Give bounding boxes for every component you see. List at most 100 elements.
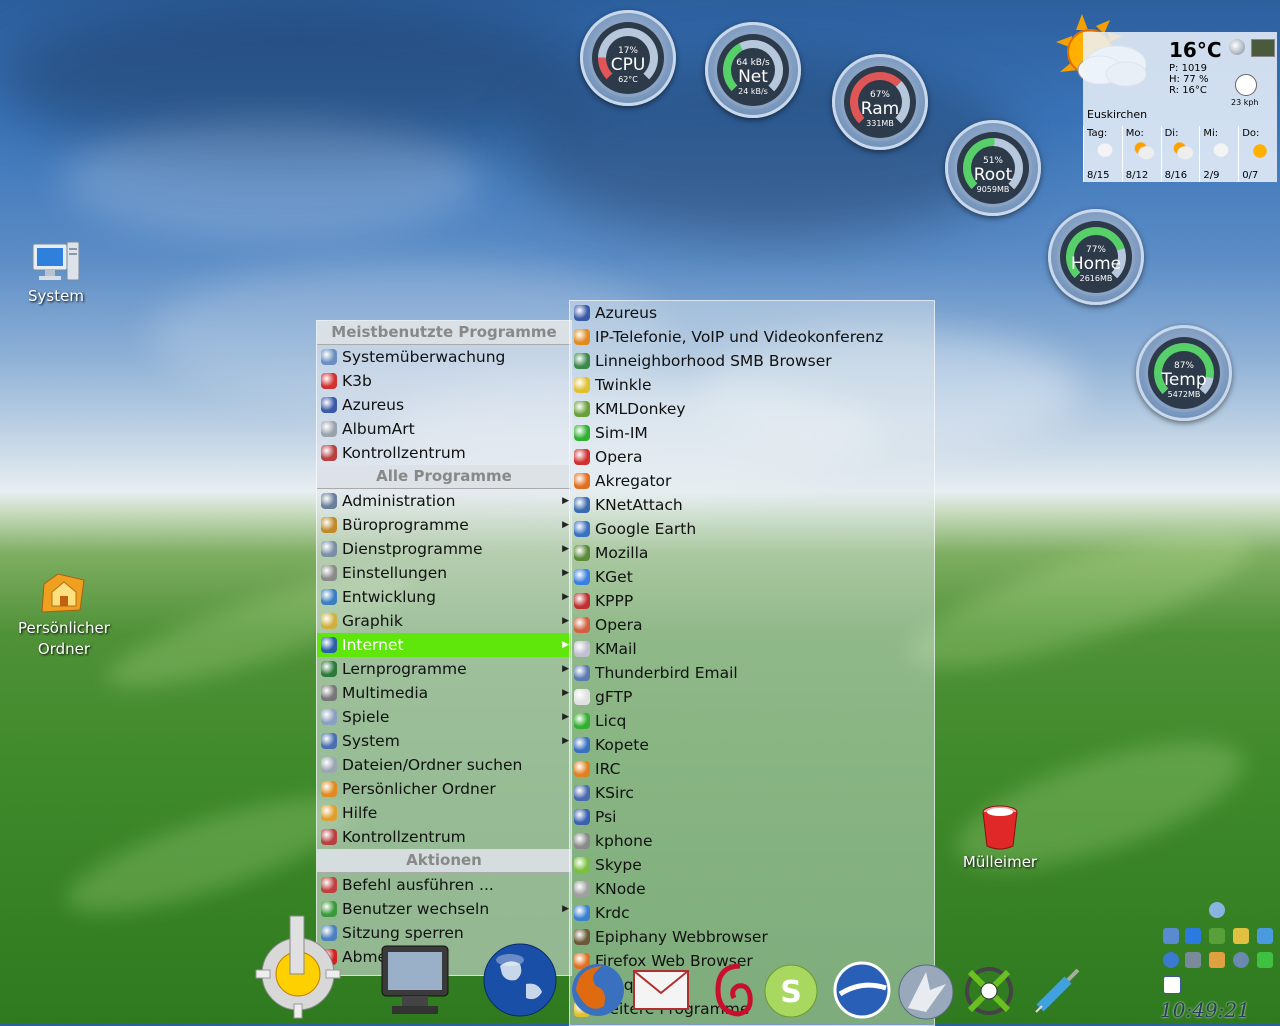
menu-item-google-earth[interactable]: Google Earth [570, 517, 934, 541]
menu-item-knetattach[interactable]: KNetAttach [570, 493, 934, 517]
menu-item-mozilla[interactable]: Mozilla [570, 541, 934, 565]
forecast-day: Di: 8/16 [1160, 126, 1200, 182]
menu-item-twinkle[interactable]: Twinkle [570, 373, 934, 397]
menu-item-akregator[interactable]: Akregator [570, 469, 934, 493]
mail-dock-icon[interactable] [630, 965, 692, 1015]
gauge-name: Temp [1161, 370, 1207, 390]
menu-item-ip-telefonie-voip-und-videokonferenz[interactable]: IP-Telefonie, VoIP und Videokonferenz [570, 325, 934, 349]
menu-item-büroprogramme[interactable]: Büroprogramme ▶ [317, 513, 571, 537]
konqueror-dock-icon[interactable] [896, 962, 956, 1022]
user-tray-icon[interactable] [1209, 952, 1225, 968]
menu-item-kppp[interactable]: KPPP [570, 589, 934, 613]
menu-item-administration[interactable]: Administration ▶ [317, 489, 571, 513]
weather-widget[interactable]: 16°C P: 1019 H: 77 % R: 16°C 23 kph Eusk… [1083, 32, 1277, 182]
menu-item-label: KPPP [595, 592, 634, 610]
menu-item-kmldonkey[interactable]: KMLDonkey [570, 397, 934, 421]
menu-item-licq[interactable]: Licq [570, 709, 934, 733]
menu-item-systemüberwachung[interactable]: Systemüberwachung [317, 345, 571, 369]
desktop-icon-home-folder[interactable]: Persönlicher Ordner [14, 570, 114, 660]
menu-item-sim-im[interactable]: Sim-IM [570, 421, 934, 445]
menu-item-graphik[interactable]: Graphik ▶ [317, 609, 571, 633]
ok-tray-icon[interactable] [1257, 952, 1273, 968]
kde-menu-icon[interactable] [250, 912, 346, 1020]
menu-item-internet[interactable]: Internet ▶ [317, 633, 571, 657]
menu-item-multimedia[interactable]: Multimedia ▶ [317, 681, 571, 705]
wind-direction-icon [1235, 74, 1257, 96]
menu-item-persönlicher-ordner[interactable]: Persönlicher Ordner [317, 777, 571, 801]
globe-icon[interactable] [480, 940, 560, 1020]
menu-item-psi[interactable]: Psi [570, 805, 934, 829]
admin-icon [321, 493, 337, 509]
menu-item-skype[interactable]: Skype [570, 853, 934, 877]
menu-item-label: K3b [342, 372, 372, 390]
menu-item-benutzer-wechseln[interactable]: Benutzer wechseln ▶ [317, 897, 571, 921]
menu-item-k3b[interactable]: K3b [317, 369, 571, 393]
menu-item-krdc[interactable]: Krdc [570, 901, 934, 925]
display-settings-icon[interactable] [372, 940, 464, 1020]
menu-item-opera[interactable]: Opera [570, 445, 934, 469]
menu-item-azureus[interactable]: Azureus [317, 393, 571, 417]
menu-item-label: Google Earth [595, 520, 697, 538]
menu-item-albumart[interactable]: AlbumArt [317, 417, 571, 441]
firefox-dock-icon[interactable] [568, 960, 628, 1020]
menu-item-kopete[interactable]: Kopete [570, 733, 934, 757]
menu-item-spiele[interactable]: Spiele ▶ [317, 705, 571, 729]
menu-item-hilfe[interactable]: Hilfe [317, 801, 571, 825]
menu-item-label: KMLDonkey [595, 400, 686, 418]
update-tray-icon[interactable] [1257, 928, 1273, 944]
kmldonkey-tray-icon[interactable] [1209, 928, 1225, 944]
desktop-icon-trash[interactable]: Mülleimer [958, 800, 1042, 873]
menu-item-lernprogramme[interactable]: Lernprogramme ▶ [317, 657, 571, 681]
kget-tray-icon[interactable] [1185, 928, 1201, 944]
graphics-icon [321, 613, 337, 629]
internet-submenu-list: Azureus IP-Telefonie, VoIP und Videokonfe… [570, 301, 934, 1021]
menu-item-label: KNode [595, 880, 646, 898]
menu-item-epiphany-webbrowser[interactable]: Epiphany Webbrowser [570, 925, 934, 949]
menu-item-einstellungen[interactable]: Einstellungen ▶ [317, 561, 571, 585]
submenu-arrow-icon: ▶ [562, 496, 569, 506]
klipper-tray-icon[interactable] [1233, 928, 1249, 944]
volume-tray-icon[interactable] [1163, 928, 1179, 944]
find-icon [321, 757, 337, 773]
menu-item-opera[interactable]: Opera [570, 613, 934, 637]
menu-item-kontrollzentrum[interactable]: Kontrollzentrum [317, 825, 571, 849]
menu-item-knode[interactable]: KNode [570, 877, 934, 901]
menu-item-ksirc[interactable]: KSirc [570, 781, 934, 805]
menu-item-kphone[interactable]: kphone [570, 829, 934, 853]
menu-item-dateien-ordner-suchen[interactable]: Dateien/Ordner suchen [317, 753, 571, 777]
google-earth-dock-icon[interactable] [832, 960, 892, 1020]
skype-dock-icon[interactable]: S [762, 962, 820, 1020]
menu-item-gftp[interactable]: gFTP [570, 685, 934, 709]
menu-item-dienstprogramme[interactable]: Dienstprogramme ▶ [317, 537, 571, 561]
clock[interactable]: 10:49:21 [1160, 998, 1250, 1022]
forecast-day-name: Di: [1164, 128, 1179, 139]
gauge-sub: 331MB [866, 119, 894, 128]
utilities-icon [321, 541, 337, 557]
menu-item-irc[interactable]: IRC [570, 757, 934, 781]
menu-item-thunderbird-email[interactable]: Thunderbird Email [570, 661, 934, 685]
desktop-switch-tray-icon[interactable] [1163, 976, 1181, 994]
syringe-dock-icon[interactable] [1030, 962, 1086, 1018]
menu-item-kmail[interactable]: KMail [570, 637, 934, 661]
menu-item-linneighborhood-smb-browser[interactable]: Linneighborhood SMB Browser [570, 349, 934, 373]
desktop-icon-system[interactable]: System [14, 240, 98, 307]
bluetooth-tray-icon[interactable] [1185, 952, 1201, 968]
menu-item-befehl-ausführen[interactable]: Befehl ausführen ... [317, 873, 571, 897]
weather-pressure: P: 1019 [1169, 63, 1208, 74]
browser-tray-icon[interactable] [1233, 952, 1249, 968]
kmail-icon [574, 641, 590, 657]
network-tray-icon[interactable] [1209, 902, 1225, 918]
menu-item-system[interactable]: System ▶ [317, 729, 571, 753]
donkey-icon [574, 401, 590, 417]
amarok-dock-icon[interactable] [960, 962, 1018, 1020]
menu-item-entwicklung[interactable]: Entwicklung ▶ [317, 585, 571, 609]
menu-item-kget[interactable]: KGet [570, 565, 934, 589]
debian-dock-icon[interactable] [710, 960, 760, 1020]
menu-item-kontrollzentrum[interactable]: Kontrollzentrum [317, 441, 571, 465]
menu-item-label: Licq [595, 712, 627, 730]
rss-icon [574, 473, 590, 489]
earth-tray-icon[interactable] [1163, 952, 1179, 968]
forecast-day-name: Tag: [1087, 128, 1108, 139]
menu-item-azureus[interactable]: Azureus [570, 301, 934, 325]
google-earth-icon [574, 521, 590, 537]
